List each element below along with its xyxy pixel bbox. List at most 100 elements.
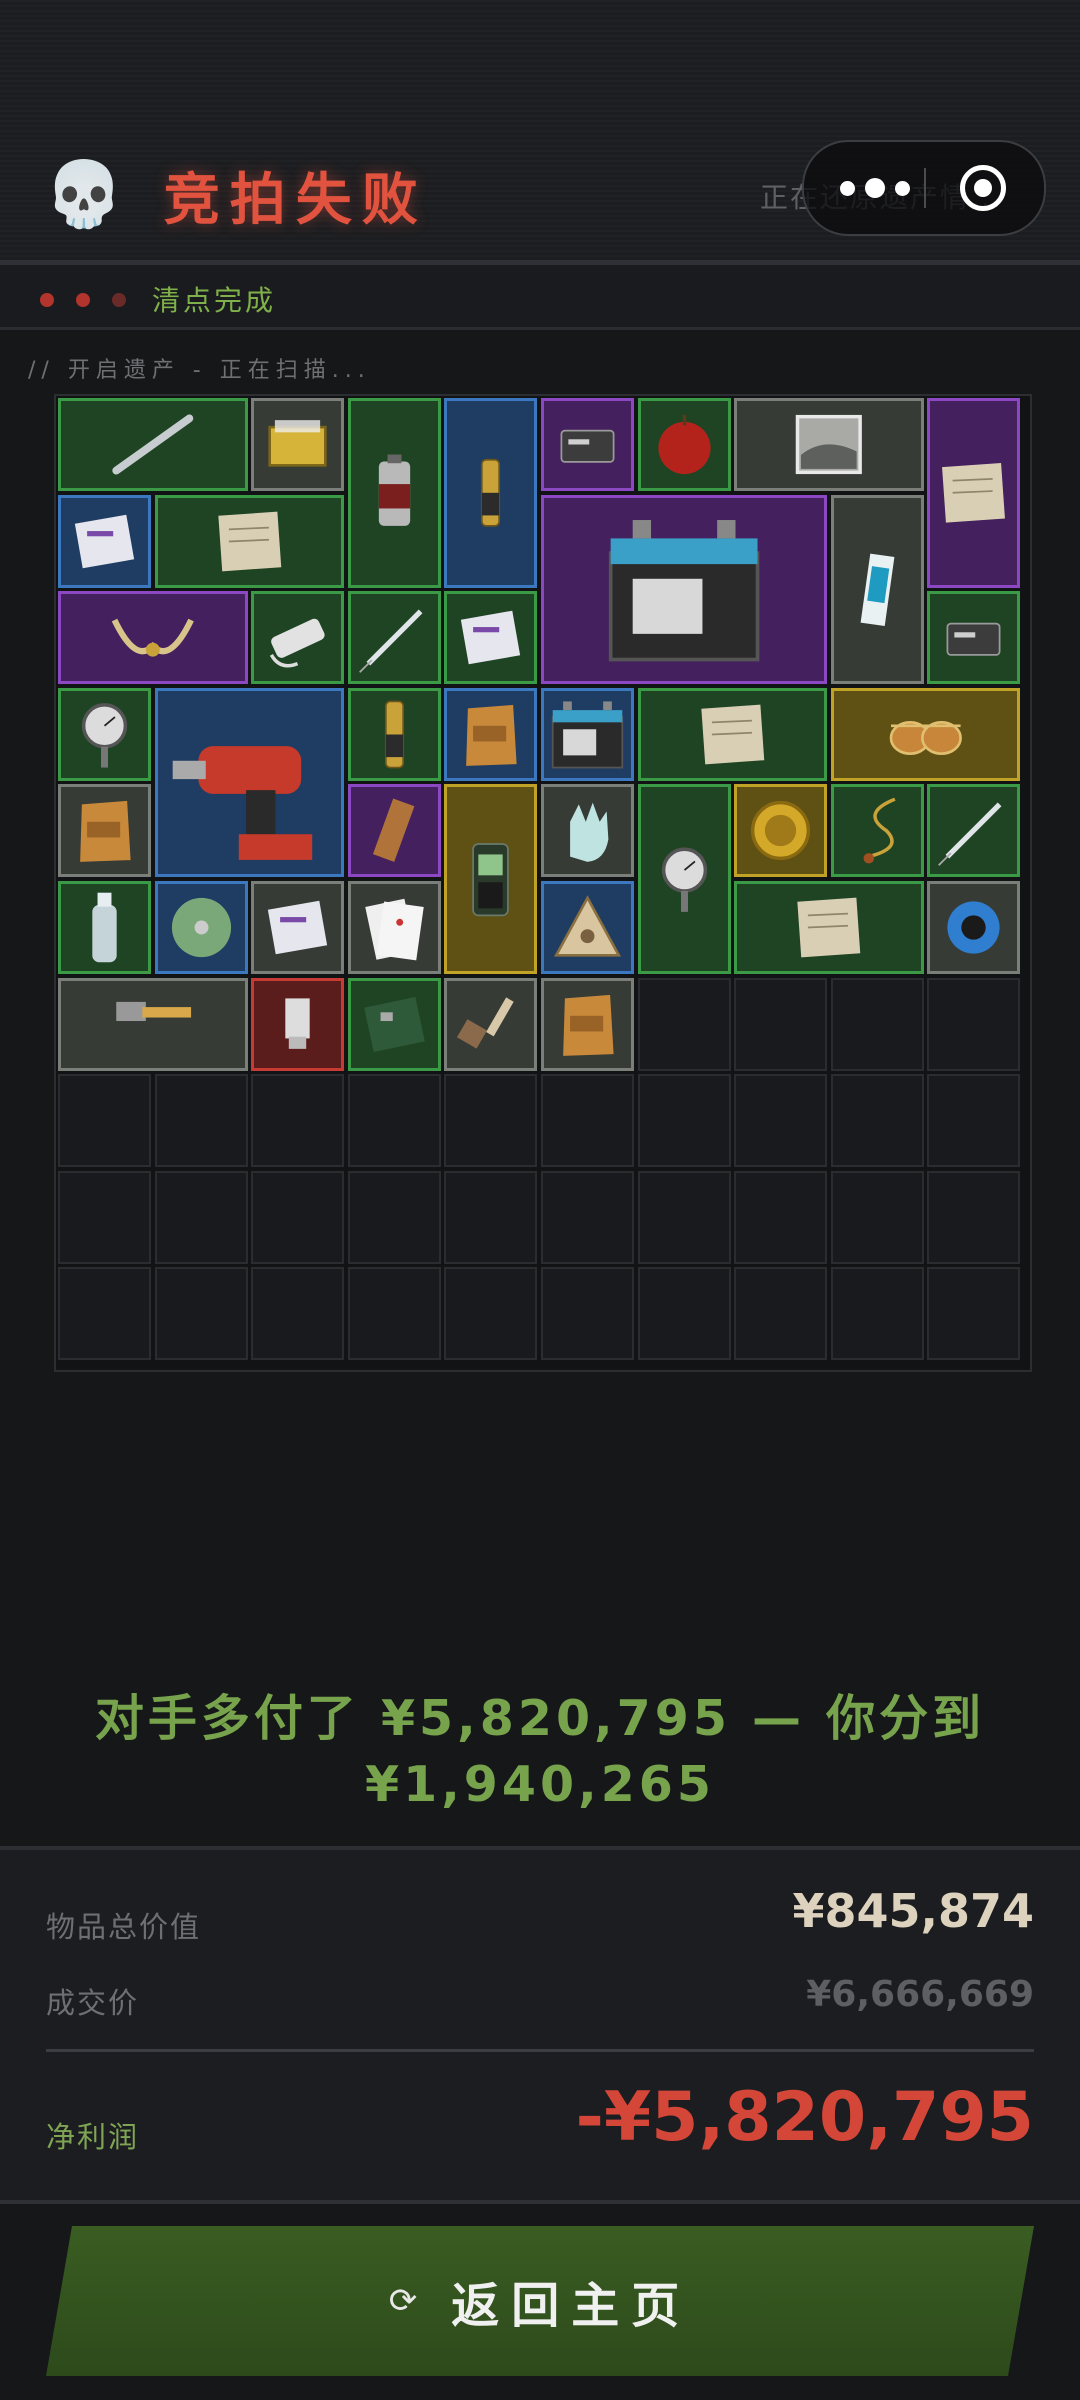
- inventory-slot: [541, 1267, 634, 1361]
- item-hose-pipe[interactable]: [347, 687, 441, 781]
- item-triangle-emblem[interactable]: [541, 881, 634, 974]
- net-profit-label: 净利润: [46, 2120, 140, 2154]
- inventory-slot: [734, 1267, 828, 1361]
- status-dot: [40, 293, 54, 307]
- item-crowbar[interactable]: [58, 398, 248, 491]
- inventory-slot: [154, 1074, 248, 1168]
- crowbar-icon: [112, 414, 194, 475]
- more-menu-icon[interactable]: [834, 172, 918, 204]
- item-manometer[interactable]: [637, 784, 731, 974]
- toothpaste-icon: [860, 553, 895, 626]
- status-row: 清点完成: [0, 265, 1080, 327]
- item-leather-wallet[interactable]: [444, 687, 538, 781]
- item-calculator-phone[interactable]: [927, 591, 1021, 685]
- item-usb-flash-drive[interactable]: [251, 977, 345, 1071]
- item-surgical-clamp[interactable]: [927, 784, 1021, 878]
- inventory-slot: [347, 1267, 441, 1361]
- item-box-of-nails[interactable]: [251, 398, 345, 491]
- item-car-battery[interactable]: [541, 494, 828, 685]
- close-target-icon[interactable]: [960, 165, 1006, 211]
- stats-divider: [46, 2049, 1034, 2052]
- item-bull-horns-relic[interactable]: [58, 591, 248, 685]
- net-profit-value: -¥5,820,795: [575, 2078, 1034, 2157]
- item-submarine-photo[interactable]: [734, 398, 924, 491]
- item-aviator-sunglasses[interactable]: [830, 687, 1021, 781]
- satellite-phone-icon: [472, 843, 510, 917]
- status-label: 清点完成: [152, 284, 277, 317]
- leather-wallet-icon: [466, 704, 517, 766]
- aviator-sunglasses-icon: [889, 720, 962, 755]
- item-power-drill[interactable]: [154, 687, 345, 878]
- summary-line-1: 对手多付了 ¥5,820,795 — 你分到: [94, 1690, 986, 1747]
- item-parchment[interactable]: [734, 881, 924, 974]
- router-icon: [560, 429, 615, 463]
- bull-horns-relic-icon: [111, 618, 194, 657]
- item-circuit-board[interactable]: [347, 977, 441, 1071]
- item-9v-battery[interactable]: [541, 687, 634, 781]
- inventory-slot: [251, 1170, 345, 1264]
- return-home-button[interactable]: ⟳ 返回主页: [46, 2226, 1034, 2376]
- item-toothpaste[interactable]: [830, 494, 924, 685]
- inventory-slot: [830, 977, 924, 1071]
- calculator-phone-icon: [946, 622, 1001, 656]
- snack-bag-icon: [80, 801, 131, 863]
- inventory-slot: [347, 1074, 441, 1168]
- result-summary: 对手多付了 ¥5,820,795 — 你分到 ¥1,940,265: [0, 1686, 1080, 1818]
- car-battery-icon: [608, 519, 760, 661]
- item-paint-brush[interactable]: [444, 977, 538, 1071]
- stats-panel: 物品总价值 ¥845,874 成交价 ¥6,666,669 净利润 -¥5,82…: [0, 1850, 1080, 2200]
- bottom-divider: [0, 2200, 1080, 2204]
- inventory-grid: [58, 398, 1024, 1364]
- item-spray-paint-can[interactable]: [347, 398, 441, 588]
- item-gold-compass[interactable]: [734, 784, 828, 878]
- item-old-letter[interactable]: [637, 687, 828, 781]
- item-chocolate-bar[interactable]: [347, 784, 441, 878]
- item-rubber-glove[interactable]: [541, 784, 634, 878]
- inventory-slot: [154, 1267, 248, 1361]
- inventory-slot: [251, 1074, 345, 1168]
- item-syringe[interactable]: [347, 591, 441, 685]
- item-satellite-phone[interactable]: [444, 784, 538, 974]
- inventory-slot: [927, 977, 1021, 1071]
- capsule-separator: [924, 168, 926, 208]
- item-medicine-box[interactable]: [58, 494, 151, 588]
- item-dvd-disc[interactable]: [154, 881, 248, 974]
- 9v-battery-icon: [551, 701, 624, 769]
- item-pressure-gauge[interactable]: [58, 687, 151, 781]
- deal-price-value: ¥6,666,669: [806, 1974, 1034, 2015]
- item-napkin[interactable]: [251, 881, 345, 974]
- hose-pipe-icon: [384, 700, 404, 769]
- item-gold-telescope[interactable]: [444, 398, 538, 588]
- ancient-map-icon: [942, 462, 1006, 523]
- gold-telescope-icon: [481, 458, 501, 527]
- usb-flash-drive-icon: [285, 997, 310, 1049]
- inventory-slot: [347, 1170, 441, 1264]
- total-value-label: 物品总价值: [46, 1910, 202, 1944]
- item-ancient-map[interactable]: [927, 398, 1021, 588]
- spray-paint-can-icon: [378, 454, 410, 526]
- item-apple[interactable]: [637, 398, 731, 491]
- item-playing-cards[interactable]: [347, 881, 441, 974]
- item-power-strip[interactable]: [251, 591, 345, 685]
- item-claw-hammer[interactable]: [58, 977, 248, 1071]
- inventory-slot: [637, 1074, 731, 1168]
- item-snack-bag[interactable]: [58, 784, 151, 878]
- item-blue-tape[interactable]: [927, 881, 1021, 974]
- scan-status-text: // 开启遗产 - 正在扫描...: [28, 358, 371, 383]
- item-router[interactable]: [541, 398, 634, 491]
- item-documents[interactable]: [154, 494, 345, 588]
- item-soap-block[interactable]: [444, 591, 538, 685]
- syringe-icon: [358, 609, 423, 674]
- triangle-emblem-icon: [553, 895, 622, 957]
- inventory-slot: [444, 1170, 538, 1264]
- inventory-slot: [637, 977, 731, 1071]
- inventory-slot: [444, 1074, 538, 1168]
- inventory-slot: [251, 1267, 345, 1361]
- item-chips-bag[interactable]: [541, 977, 634, 1071]
- inventory-slot: [830, 1074, 924, 1168]
- apple-icon: [657, 414, 711, 475]
- item-pocket-watch-chain[interactable]: [830, 784, 924, 878]
- inventory-slot: [830, 1170, 924, 1264]
- item-water-bottle[interactable]: [58, 881, 151, 974]
- blue-tape-icon: [947, 901, 1000, 954]
